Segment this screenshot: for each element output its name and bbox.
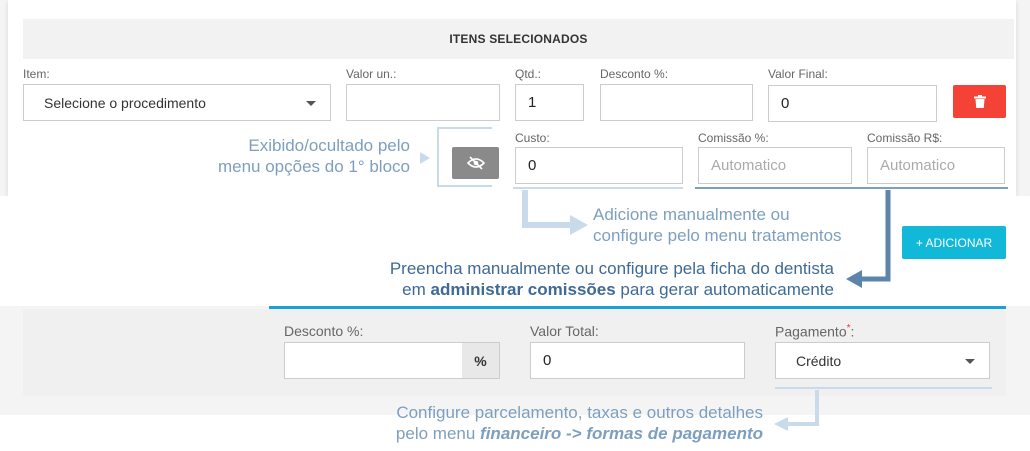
custo-note-line1: Adicione manualmente ou: [593, 205, 790, 224]
pagamento-note: Configure parcelamento, taxas e outros d…: [350, 402, 763, 444]
custo-arrow-shaft: [522, 190, 572, 228]
pagamento-note-mid: ->: [561, 424, 587, 443]
comissao-arrow-head: [846, 270, 862, 288]
annotation-overlay: [420, 127, 1008, 431]
comissao-note-pre: em: [402, 280, 431, 299]
eye-note: Exibido/ocultado pelo menu opções do 1° …: [200, 135, 410, 177]
pagamento-arrow-shaft: [786, 390, 819, 426]
pagamento-note-line1: Configure parcelamento, taxas e outros d…: [396, 403, 763, 422]
comissao-arrow-shaft: [860, 190, 891, 282]
pagamento-note-pre: pelo menu: [395, 424, 481, 443]
custo-arrow-head: [570, 215, 588, 235]
comissao-note-line2: em administrar comissões para gerar auto…: [300, 279, 834, 300]
eye-bracket: [437, 127, 492, 187]
pagamento-arrow-head: [774, 417, 788, 431]
eye-note-line1: Exibido/ocultado pelo: [248, 136, 410, 155]
eye-note-arrow: [420, 152, 430, 164]
pagamento-note-b2: formas de pagamento: [586, 424, 763, 443]
comissao-note-line1: Preencha manualmente ou configure pela f…: [389, 259, 834, 278]
comissao-note: Preencha manualmente ou configure pela f…: [300, 258, 834, 300]
custo-note-line2: configure pelo menu tratamentos: [593, 226, 842, 245]
pagamento-note-b1: financeiro: [480, 424, 562, 443]
comissao-note-post: para gerar automaticamente: [615, 280, 834, 299]
eye-note-line2: menu opções do 1° bloco: [217, 157, 410, 176]
pagamento-note-line2: pelo menu financeiro -> formas de pagame…: [350, 423, 763, 444]
custo-note: Adicione manualmente ou configure pelo m…: [593, 204, 842, 246]
comissao-note-bold: administrar comissões: [430, 280, 616, 299]
